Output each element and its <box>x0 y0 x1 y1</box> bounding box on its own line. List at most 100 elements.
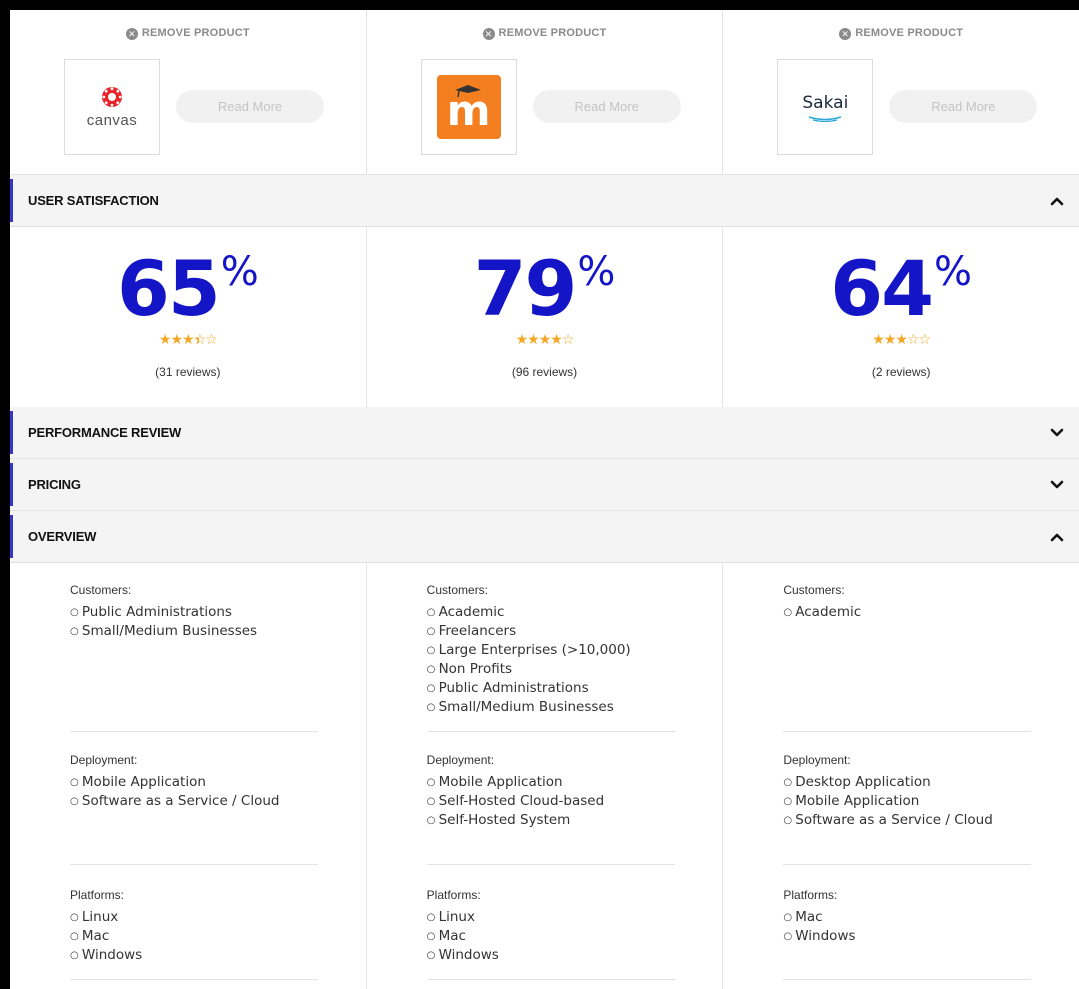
customers-block: Customers: Public AdministrationsSmall/Me… <box>70 583 318 641</box>
deployment-block: Deployment: Mobile ApplicationSelf-Hosted… <box>427 753 675 830</box>
percent-sign: % <box>577 249 616 295</box>
star-full-icon: ★ <box>872 331 885 347</box>
product-header-row: ✕ REMOVE PRODUCT canvas Read More ✕ REMO… <box>10 10 1079 175</box>
overview-list: Public AdministrationsSmall/Medium Busin… <box>70 603 318 641</box>
section-title: USER SATISFACTION <box>28 193 159 208</box>
list-item: Linux <box>427 908 675 927</box>
wave-icon <box>809 115 842 122</box>
list-item: Mac <box>783 908 1031 927</box>
section-title: PRICING <box>28 477 81 492</box>
section-pricing[interactable]: PRICING <box>10 459 1079 511</box>
chevron-up-icon[interactable] <box>1049 529 1065 545</box>
list-item: Mac <box>70 927 318 946</box>
satisfaction-percent: 65 <box>116 244 221 333</box>
percent-sign: % <box>220 249 259 295</box>
section-title: PERFORMANCE REVIEW <box>28 425 182 440</box>
overview-label: Deployment: <box>783 753 851 767</box>
satisfaction-score: 65% <box>10 249 366 327</box>
review-count: (31 reviews) <box>155 365 221 379</box>
list-item: Mobile Application <box>70 773 318 792</box>
star-full-icon: ★ <box>158 331 172 347</box>
list-item: Public Administrations <box>70 603 318 622</box>
list-item: Academic <box>427 603 675 622</box>
chevron-down-icon[interactable] <box>1049 425 1065 441</box>
section-overview[interactable]: OVERVIEW <box>10 511 1079 563</box>
list-item: Public Administrations <box>427 679 675 698</box>
remove-product-label: REMOVE PRODUCT <box>498 27 607 39</box>
read-more-button[interactable]: Read More <box>176 90 324 123</box>
list-item: Academic <box>783 603 1031 622</box>
list-item: Mobile Application <box>427 773 675 792</box>
star-empty-icon: ☆ <box>205 331 218 347</box>
canvas-logo-text: canvas <box>86 111 138 129</box>
list-item: Freelancers <box>427 622 675 641</box>
satisfaction-percent: 64 <box>830 244 934 333</box>
list-item: Non Profits <box>427 660 675 679</box>
close-icon: ✕ <box>482 28 495 40</box>
remove-product-button[interactable]: ✕ REMOVE PRODUCT <box>367 27 723 40</box>
satisfaction-moodle: 79% ★★★★☆ (96 reviews) <box>367 227 724 407</box>
overview-label: Deployment: <box>426 753 495 767</box>
close-icon: ✕ <box>125 28 138 40</box>
sakai-logo[interactable]: Sakai <box>777 59 874 155</box>
percent-sign: % <box>934 249 973 295</box>
list-item: Windows <box>70 946 318 965</box>
star-full-icon: ★ <box>538 331 552 347</box>
section-performance-review[interactable]: PERFORMANCE REVIEW <box>10 407 1079 459</box>
star-empty-icon: ☆ <box>918 331 932 347</box>
remove-product-button[interactable]: ✕ REMOVE PRODUCT <box>723 27 1079 40</box>
sakai-logo-text: Sakai <box>802 92 849 113</box>
overview-label: Platforms: <box>783 888 838 902</box>
customers-block: Customers: AcademicFreelancersLarge Enter… <box>427 583 675 717</box>
section-title: OVERVIEW <box>28 529 97 544</box>
divider <box>70 864 318 865</box>
list-item: Mobile Application <box>783 792 1031 811</box>
divider <box>783 731 1032 732</box>
overview-column: Customers: Public AdministrationsSmall/Me… <box>10 563 367 989</box>
divider <box>783 864 1032 865</box>
review-count: (2 reviews) <box>871 365 931 379</box>
star-full-icon: ★ <box>170 331 183 347</box>
chevron-down-icon[interactable] <box>1049 477 1065 493</box>
star-rating: ★★★★☆ <box>367 331 723 348</box>
canvas-mark-icon <box>102 86 122 107</box>
overview-label: Customers: <box>70 583 132 597</box>
overview-label: Customers: <box>783 583 845 597</box>
graduation-cap-icon <box>454 85 481 98</box>
list-item: Mac <box>427 927 675 946</box>
moodle-logo[interactable]: m <box>420 59 517 155</box>
list-item: Windows <box>427 946 675 965</box>
list-item: Large Enterprises (>10,000) <box>427 641 675 660</box>
deployment-block: Deployment: Desktop ApplicationMobile App… <box>783 753 1031 830</box>
satisfaction-row: 65% ★★★☆★☆ (31 reviews) 79% ★★★★☆ (96 re… <box>10 227 1079 407</box>
customers-block: Customers: Academic <box>783 583 1031 622</box>
star-half-icon: ☆★ <box>193 331 207 347</box>
list-item: Small/Medium Businesses <box>70 622 318 641</box>
chevron-up-icon[interactable] <box>1049 193 1065 209</box>
divider <box>70 731 318 732</box>
star-full-icon: ★ <box>883 331 897 347</box>
satisfaction-score: 79% <box>367 249 723 327</box>
overview-list: Academic <box>783 603 1031 622</box>
platforms-block: Platforms: LinuxMacWindows <box>427 888 675 965</box>
divider <box>426 864 675 865</box>
overview-label: Deployment: <box>70 753 138 767</box>
read-more-button[interactable]: Read More <box>532 90 681 123</box>
section-user-satisfaction[interactable]: USER SATISFACTION <box>10 175 1079 227</box>
canvas-logo[interactable]: canvas <box>64 59 160 155</box>
list-item: Linux <box>70 908 318 927</box>
read-more-button[interactable]: Read More <box>889 90 1038 123</box>
overview-row: Customers:Public AdministrationsSmall/Me… <box>10 563 1079 989</box>
review-count: (96 reviews) <box>511 365 578 379</box>
divider <box>70 979 318 980</box>
satisfaction-sakai: 64% ★★★☆☆ (2 reviews) <box>723 227 1079 407</box>
remove-product-button[interactable]: ✕ REMOVE PRODUCT <box>10 27 366 40</box>
divider <box>426 731 675 732</box>
star-full-icon: ★ <box>515 331 529 347</box>
platforms-block: Platforms: MacWindows <box>783 888 1031 946</box>
star-empty-icon: ☆ <box>561 331 575 347</box>
list-item: Self-Hosted Cloud-based <box>427 792 675 811</box>
overview-column: Customers: AcademicFreelancersLarge Enter… <box>367 563 724 989</box>
remove-product-label: REMOVE PRODUCT <box>855 27 964 39</box>
star-rating: ★★★☆★☆ <box>10 331 366 348</box>
